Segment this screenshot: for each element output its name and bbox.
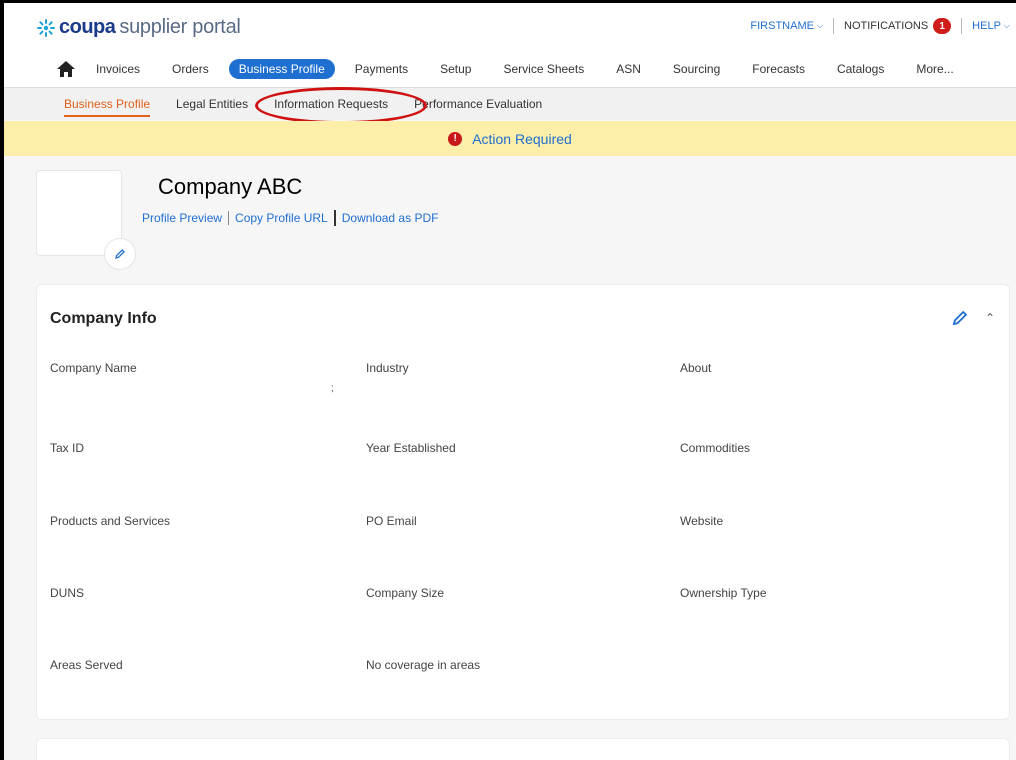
user-name: FIRSTNAME (750, 20, 814, 32)
coupa-logo-icon (37, 18, 55, 37)
home-icon[interactable] (56, 60, 76, 78)
label-ownership-type: Ownership Type (680, 586, 767, 600)
nav-asn[interactable]: ASN (616, 59, 641, 79)
label-company-size: Company Size (366, 586, 445, 600)
label-commodities: Commodities (680, 441, 751, 455)
label-company-name: Company Name (50, 361, 137, 375)
coupa-logo[interactable]: coupa supplier portal (36, 16, 241, 39)
chevron-up-icon[interactable]: ⌃ (985, 311, 995, 325)
action-required-banner[interactable]: ! Action Required (4, 121, 1016, 156)
company-name-title: Company ABC (158, 174, 303, 199)
company-info-card: Company Info ⌃ Company Name Industry Abo… (36, 284, 1010, 720)
logo-subtitle: supplier portal (119, 16, 241, 38)
label-tax-id: Tax ID (50, 441, 85, 455)
profile-preview-link[interactable]: Profile Preview (142, 211, 222, 225)
divider (228, 211, 230, 225)
label-products-services: Products and Services (50, 514, 171, 528)
value-areas-served: No coverage in areas (366, 658, 481, 672)
next-section-card (36, 738, 1010, 760)
divider (833, 18, 835, 34)
screen-frame-left (0, 0, 4, 760)
nav-forecasts[interactable]: Forecasts (752, 59, 805, 79)
label-website: Website (680, 514, 724, 528)
chevron-down-icon: ⌵ (1003, 21, 1010, 30)
nav-service-sheets[interactable]: Service Sheets (503, 59, 584, 79)
card-title: Company Info (50, 310, 157, 327)
subnav-legal-entities[interactable]: Legal Entities (176, 97, 248, 111)
label-year-established: Year Established (366, 441, 456, 455)
nav-catalogs[interactable]: Catalogs (837, 59, 884, 79)
chevron-down-icon: ⌵ (816, 21, 824, 30)
stray-mark: ; (331, 383, 334, 394)
banner-text: Action Required (472, 130, 572, 147)
nav-payments[interactable]: Payments (355, 59, 408, 79)
label-po-email: PO Email (366, 514, 417, 528)
help-menu[interactable]: HELP ⌵ (972, 20, 1010, 32)
label-areas-served: Areas Served (50, 658, 123, 672)
label-duns: DUNS (50, 586, 85, 600)
nav-invoices[interactable]: Invoices (96, 59, 140, 79)
help-label: HELP (972, 20, 1001, 32)
edit-logo-button[interactable] (104, 238, 136, 270)
annotation-highlight-ellipse (255, 87, 427, 124)
download-pdf-link[interactable]: Download as PDF (342, 211, 439, 225)
alert-icon: ! (448, 131, 463, 146)
nav-sourcing[interactable]: Sourcing (673, 59, 720, 79)
app-header: coupa supplier portal FIRSTNAME ⌵ NOTIFI… (4, 3, 1016, 87)
subnav-performance-evaluation[interactable]: Performance Evaluation (414, 97, 542, 111)
notifications-label: NOTIFICATIONS (844, 20, 929, 32)
divider (333, 210, 336, 226)
logo-wordmark: coupa (59, 16, 116, 38)
divider (961, 18, 963, 34)
nav-setup[interactable]: Setup (440, 59, 471, 79)
notifications-badge: 1 (933, 18, 952, 34)
top-utility-bar: FIRSTNAME ⌵ NOTIFICATIONS 1 HELP ⌵ (750, 18, 1010, 34)
label-about: About (680, 361, 712, 375)
main-nav: Invoices Orders Business Profile Payment… (56, 59, 986, 79)
nav-orders[interactable]: Orders (172, 59, 209, 79)
pencil-icon (115, 249, 125, 259)
screen-frame-top (0, 0, 1016, 3)
nav-business-profile[interactable]: Business Profile (228, 59, 335, 79)
label-industry: Industry (366, 361, 409, 375)
pencil-icon[interactable] (951, 309, 969, 327)
copy-profile-url-link[interactable]: Copy Profile URL (235, 211, 328, 225)
nav-more[interactable]: More... (916, 59, 953, 79)
user-menu[interactable]: FIRSTNAME ⌵ (750, 20, 823, 32)
subnav-business-profile[interactable]: Business Profile (64, 97, 151, 117)
sub-nav: Business Profile Legal Entities Informat… (4, 87, 1016, 120)
profile-links: Profile Preview Copy Profile URL Downloa… (142, 210, 438, 226)
notifications-link[interactable]: NOTIFICATIONS 1 (844, 18, 952, 34)
